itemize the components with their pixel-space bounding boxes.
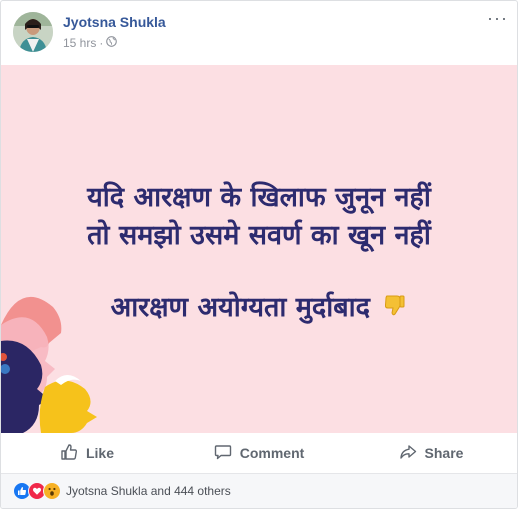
reaction-icons <box>13 482 61 500</box>
author-name[interactable]: Jyotsna Shukla <box>63 14 166 30</box>
thumbs-down-emoji-icon <box>381 292 407 325</box>
like-label: Like <box>85 445 114 461</box>
wow-reaction-icon[interactable] <box>43 482 61 500</box>
post-card: Jyotsna Shukla 15 hrs · ··· यदि आरक्षण क… <box>0 0 518 509</box>
share-label: Share <box>424 445 464 461</box>
post-image[interactable]: यदि आरक्षण के खिलाफ जुनून नहीं तो समझो उ… <box>1 65 517 433</box>
faces-illustration <box>1 296 97 433</box>
post-meta: 15 hrs · <box>63 36 118 50</box>
like-icon <box>60 443 78 464</box>
reactions-bar[interactable]: Jyotsna Shukla and 444 others <box>1 474 517 508</box>
image-text-line-1: यदि आरक्षण के खिलाफ जुनून नहीं <box>87 182 431 213</box>
author-avatar[interactable] <box>13 12 53 52</box>
share-button[interactable]: Share <box>345 433 517 473</box>
comment-label: Comment <box>239 445 305 461</box>
share-icon <box>399 443 417 464</box>
post-actions-bar: Like Comment Share <box>1 433 517 474</box>
meta-separator: · <box>99 36 104 50</box>
more-options-icon[interactable]: ··· <box>487 9 507 29</box>
post-header: Jyotsna Shukla 15 hrs · ··· <box>1 1 517 65</box>
image-text-line-2: तो समझो उसमे सवर्ण का खून नहीं <box>87 220 431 251</box>
image-text-line-3-text: आरक्षण अयोग्यता मुर्दाबाद <box>110 292 371 323</box>
like-button[interactable]: Like <box>1 433 173 473</box>
post-timestamp[interactable]: 15 hrs <box>63 36 96 50</box>
comment-button[interactable]: Comment <box>173 433 345 473</box>
reactions-summary[interactable]: Jyotsna Shukla and 444 others <box>66 484 231 498</box>
globe-icon[interactable] <box>106 36 118 50</box>
comment-icon <box>214 443 232 464</box>
